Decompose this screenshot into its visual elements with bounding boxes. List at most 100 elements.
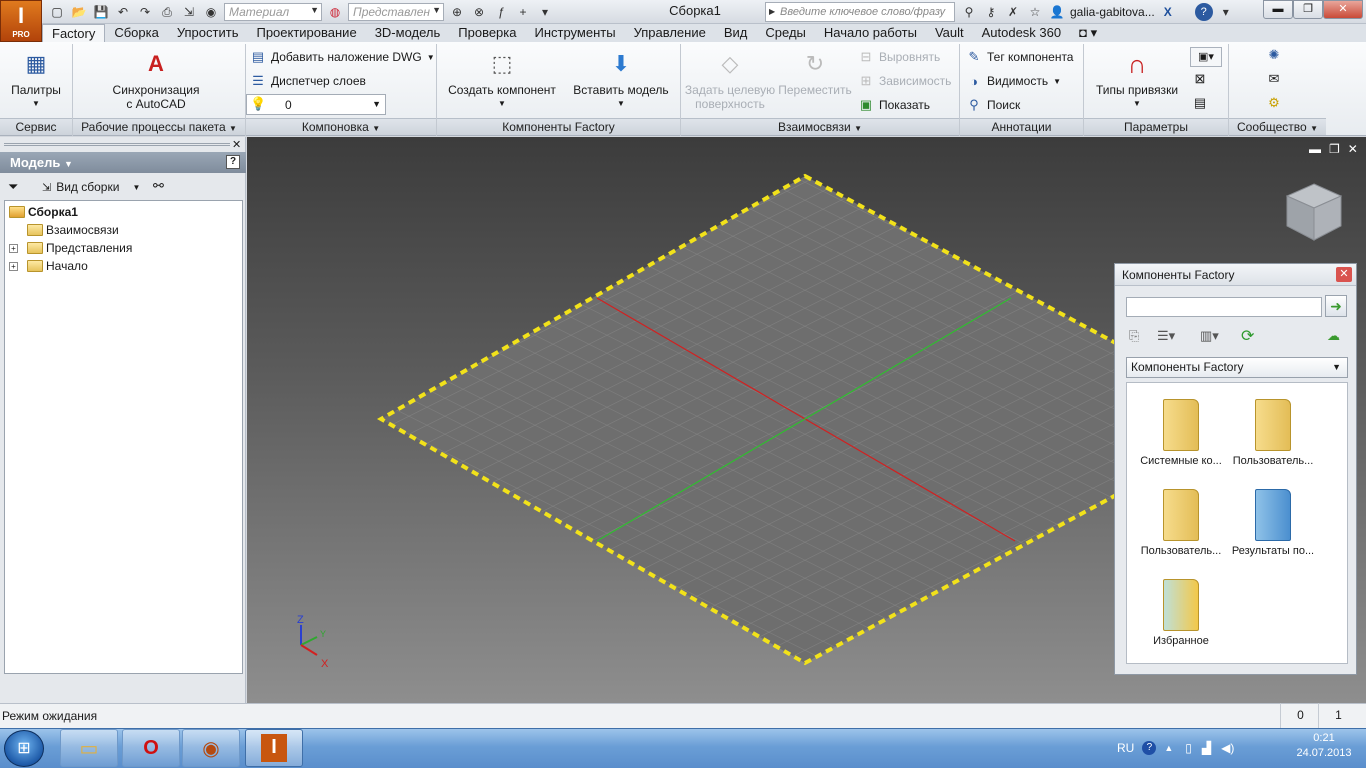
factory-item[interactable]: Пользователь... (1223, 383, 1323, 467)
tab-factory[interactable]: Factory (42, 23, 106, 43)
tab-manage[interactable]: Управление (625, 24, 715, 42)
show-button[interactable]: ▣ Показать (858, 95, 930, 115)
panel-workflows[interactable]: Рабочие процессы пакета ▼ (73, 118, 245, 135)
sync-autocad-button[interactable]: A Синхронизация с AutoCAD (100, 48, 212, 112)
tab-simplify[interactable]: Упростить (168, 24, 248, 42)
tools-icon[interactable]: ✗ (1004, 3, 1022, 21)
volume-icon[interactable]: ◀) (1221, 741, 1234, 755)
viewport-window-controls[interactable]: ▬❐✕ (1309, 142, 1366, 156)
material-sphere-icon[interactable]: ◉ (202, 3, 220, 21)
set-target-surface-button[interactable]: ◇ Задать целевую поверхность (684, 48, 776, 112)
component-tag-button[interactable]: ✎ Тег компонента (966, 47, 1074, 67)
print-icon[interactable]: ⎙ (158, 3, 176, 21)
panel-layout[interactable]: Компоновка ▼ (246, 118, 436, 135)
tree-node-origin[interactable]: + Начало (5, 257, 242, 275)
tree-node-assembly[interactable]: Сборка1 (5, 203, 242, 221)
insert-model-button[interactable]: ⬇ Вставить модель ▼ (572, 48, 670, 111)
factory-item[interactable]: Пользователь... (1131, 473, 1231, 557)
star-icon[interactable]: ☆ (1026, 3, 1044, 21)
appearance-icon[interactable]: ◍ (326, 3, 344, 21)
panel-community[interactable]: Сообщество ▼ (1229, 118, 1326, 135)
help-icon[interactable]: ? (1194, 3, 1213, 21)
network-icon[interactable]: ▟ (1202, 741, 1211, 755)
community-user-icon[interactable]: ⚙ (1264, 95, 1284, 115)
factory-search-input[interactable] (1126, 297, 1322, 317)
tab-get-started[interactable]: Начало работы (815, 24, 926, 42)
create-component-button[interactable]: ⬚ Создать компонент ▼ (446, 48, 558, 111)
help-icon[interactable]: ? (1142, 741, 1157, 755)
taskbar-explorer[interactable]: ▭ (60, 729, 118, 767)
redo-icon[interactable]: ↷ (136, 3, 154, 21)
exchange-icon[interactable]: X (1159, 3, 1177, 21)
taskbar-viewer[interactable]: ◉ (182, 729, 240, 767)
save-icon[interactable]: 💾 (92, 3, 110, 21)
tab-environments[interactable]: Среды (756, 24, 815, 42)
options-icon[interactable]: ▤ (1190, 95, 1210, 115)
viewcube[interactable] (1283, 180, 1345, 242)
search-go-button[interactable]: ➜ (1325, 295, 1347, 317)
factory-item[interactable]: Результаты по... (1223, 473, 1323, 557)
new-icon[interactable]: ▢ (48, 3, 66, 21)
layer-manager-button[interactable]: ☰ Диспетчер слоев (250, 71, 366, 91)
start-button[interactable]: ⊞ (4, 730, 44, 767)
taskbar-opera[interactable]: O (122, 729, 180, 767)
battery-icon[interactable]: ▯ (1185, 741, 1192, 755)
view-rep-combo[interactable]: Представлен ▼ (348, 3, 444, 21)
visibility-button[interactable]: ◑ Видимость ▼ (966, 71, 1061, 91)
refresh-icon[interactable]: ⟳ (1241, 326, 1254, 346)
tab-inspect[interactable]: Проверка (449, 24, 525, 42)
community-gear-icon[interactable]: ✺ (1264, 47, 1284, 67)
help-dropdown-icon[interactable]: ▾ (1217, 3, 1235, 21)
factory-library-select[interactable]: Компоненты Factory ▼ (1126, 357, 1348, 378)
user-name[interactable]: galia-gabitova... (1070, 5, 1155, 19)
help-search-input[interactable]: ▶ Введите ключевое слово/фразу (765, 2, 955, 22)
move-button[interactable]: ↻ Переместить (778, 48, 852, 98)
feedback-icon[interactable]: ✉ (1264, 71, 1284, 91)
layer-select[interactable]: 💡 0 ▼ (246, 94, 386, 115)
zoom-icon[interactable]: ⊕ (448, 3, 466, 21)
browser-close-icon[interactable]: ✕ (232, 138, 241, 151)
filter-icon[interactable]: ⏷ (8, 179, 18, 195)
factory-item[interactable]: Системные ко... (1131, 383, 1231, 467)
assembly-view-dropdown[interactable]: ⇲ Вид сборки ▼ (42, 177, 140, 197)
plus-icon[interactable]: + (514, 3, 532, 21)
tab-assemble[interactable]: Сборка (105, 24, 168, 42)
language-indicator[interactable]: RU (1117, 741, 1134, 755)
expand-icon[interactable]: + (9, 261, 18, 271)
taskbar-inventor[interactable]: I (245, 729, 303, 767)
tab-3d-model[interactable]: 3D-модель (366, 24, 450, 42)
binoculars-icon[interactable]: ⚯ (153, 178, 164, 194)
align-button[interactable]: ⊟ Выровнять (858, 47, 941, 67)
tray-arrow-icon[interactable]: ▲ (1164, 743, 1173, 753)
browser-grip[interactable] (4, 143, 230, 146)
snap-types-button[interactable]: ∩ Типы привязки ▼ (1092, 48, 1182, 111)
tree-node-representations[interactable]: + Представления (5, 239, 242, 257)
tab-vault[interactable]: Vault (926, 24, 973, 42)
clock[interactable]: 0:21 24.07.2013 (1284, 731, 1364, 761)
user-icon[interactable]: 👤 (1048, 3, 1066, 21)
customize-icon[interactable]: ▾ (536, 3, 554, 21)
tree-node-relations[interactable]: Взаимосвязи (5, 221, 242, 239)
browser-help-icon[interactable]: ? (226, 155, 240, 169)
select-icon[interactable]: ⇲ (180, 3, 198, 21)
app-menu-button[interactable]: I PRO (0, 0, 42, 42)
ribbon-minimize-icon[interactable]: ◘ ▾ (1070, 24, 1106, 42)
dependency-button[interactable]: ⊞ Зависимость (858, 71, 952, 91)
restore-button[interactable]: ❐ (1293, 0, 1323, 19)
factory-item[interactable]: Избранное (1131, 563, 1231, 647)
list-view-icon[interactable]: ☰▾ (1157, 328, 1175, 344)
tab-design[interactable]: Проектирование (247, 24, 365, 42)
zoom-clear-icon[interactable]: ⊗ (470, 3, 488, 21)
tab-tools[interactable]: Инструменты (526, 24, 625, 42)
grid-settings-icon[interactable]: ⊠ (1190, 71, 1210, 91)
palettes-button[interactable]: ▦ Палитры ▼ (6, 48, 66, 111)
fx-icon[interactable]: ƒ (492, 3, 510, 21)
expand-icon[interactable]: + (9, 243, 18, 253)
panel-relations[interactable]: Взаимосвязи ▼ (681, 118, 959, 135)
settings-dropdown-button[interactable]: ▣▾ (1190, 47, 1222, 67)
close-icon[interactable]: ✕ (1336, 267, 1352, 282)
tab-view[interactable]: Вид (715, 24, 757, 42)
add-dwg-overlay-button[interactable]: ▤ Добавить наложение DWG ▼ (250, 47, 435, 67)
key-icon[interactable]: ⚷ (982, 3, 1000, 21)
material-combo[interactable]: Материал ▼ (224, 3, 322, 21)
